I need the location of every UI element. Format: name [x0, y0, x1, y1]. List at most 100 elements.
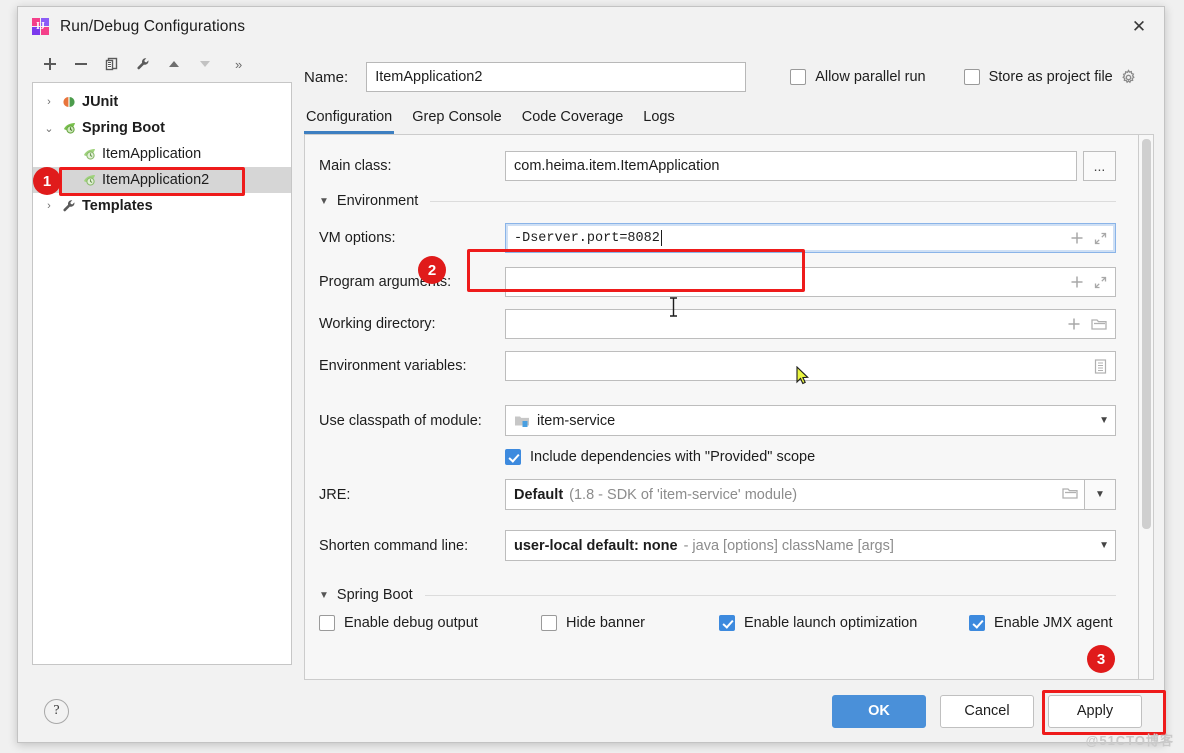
enable-jmx-agent-checkbox[interactable]: Enable JMX agent [969, 615, 1113, 631]
allow-parallel-run-checkbox[interactable]: Allow parallel run [790, 69, 925, 85]
spring-boot-icon [79, 146, 99, 162]
add-configuration-button[interactable] [35, 50, 65, 78]
tab-grep-console[interactable]: Grep Console [410, 109, 511, 134]
annotation-badge-1: 1 [33, 167, 61, 195]
hide-banner-checkbox[interactable]: Hide banner [541, 615, 719, 631]
tree-item-label: Templates [82, 198, 153, 214]
include-dependencies-label: Include dependencies with "Provided" sco… [530, 449, 815, 465]
shorten-command-line-value: user-local default: none [514, 538, 678, 554]
classpath-module-combo[interactable]: item-service ▼ [505, 405, 1116, 436]
vm-options-row: VM options: -Dserver.port=8082 [319, 223, 1116, 253]
main-class-browse-button[interactable]: ... [1083, 151, 1116, 181]
dialog-titlebar: IJ Run/Debug Configurations ✕ [18, 7, 1164, 46]
shorten-command-line-combo[interactable]: user-local default: none - java [options… [505, 530, 1116, 561]
working-directory-label: Working directory: [319, 316, 505, 332]
plus-icon[interactable] [1070, 275, 1084, 289]
ok-button[interactable]: OK [832, 695, 926, 728]
tree-item-label: ItemApplication2 [102, 172, 209, 188]
tree-item-spring-boot[interactable]: ⌄ Spring Boot [33, 115, 291, 141]
copy-configuration-button[interactable] [97, 50, 127, 78]
program-arguments-input[interactable] [505, 267, 1116, 297]
tree-item-label: ItemApplication [102, 146, 201, 162]
jre-combo[interactable]: Default (1.8 - SDK of 'item-service' mod… [505, 479, 1085, 510]
close-icon[interactable]: ✕ [1122, 12, 1156, 42]
footer-buttons: OK Cancel Apply [832, 695, 1142, 728]
name-input[interactable] [366, 62, 746, 92]
expand-icon[interactable] [1094, 276, 1107, 289]
configurations-pane: » › JUnit ⌄ [18, 46, 292, 680]
environment-variables-label: Environment variables: [319, 358, 505, 374]
configurations-tree[interactable]: › JUnit ⌄ [32, 82, 292, 665]
dialog-footer: ? OK Cancel Apply [18, 680, 1164, 742]
form-scrollbar[interactable] [1139, 134, 1154, 680]
plus-icon[interactable] [1070, 231, 1084, 245]
checkbox-box [790, 69, 806, 85]
vm-options-label: VM options: [319, 230, 505, 246]
dialog-body: » › JUnit ⌄ [18, 46, 1164, 680]
tree-toolbar: » [32, 46, 292, 82]
checkbox-box [964, 69, 980, 85]
run-debug-configurations-dialog: IJ Run/Debug Configurations ✕ [17, 6, 1165, 743]
chevron-right-icon[interactable]: › [39, 200, 59, 212]
enable-jmx-agent-label: Enable JMX agent [994, 615, 1113, 631]
chevron-down-icon[interactable]: ⌄ [39, 122, 59, 135]
hide-banner-label: Hide banner [566, 615, 645, 631]
apply-button[interactable]: Apply [1048, 695, 1142, 728]
plus-icon[interactable] [1067, 317, 1081, 331]
tree-item-label: Spring Boot [82, 120, 165, 136]
working-directory-row: Working directory: [319, 309, 1116, 339]
allow-parallel-run-label: Allow parallel run [815, 69, 925, 85]
jre-value: Default [514, 487, 563, 503]
screenshot-root: IJ Run/Debug Configurations ✕ [0, 0, 1184, 753]
divider [430, 201, 1116, 202]
jre-dropdown-button[interactable]: ▼ [1085, 479, 1116, 510]
move-down-button[interactable] [190, 50, 220, 78]
gear-icon[interactable] [1120, 69, 1137, 86]
jre-hint: (1.8 - SDK of 'item-service' module) [569, 487, 797, 503]
spring-boot-section-title: Spring Boot [337, 587, 413, 603]
jre-label: JRE: [319, 487, 505, 503]
scrollbar-thumb[interactable] [1142, 139, 1151, 529]
main-class-label: Main class: [319, 158, 505, 174]
wrench-icon [59, 198, 79, 214]
remove-configuration-button[interactable] [66, 50, 96, 78]
enable-launch-optimization-label: Enable launch optimization [744, 615, 917, 631]
triangle-down-icon[interactable]: ▼ [319, 590, 329, 601]
help-button[interactable]: ? [44, 699, 69, 724]
tab-code-coverage[interactable]: Code Coverage [520, 109, 634, 134]
tree-item-itemapplication[interactable]: ItemApplication [33, 141, 291, 167]
environment-section-header: ▼ Environment [319, 193, 1116, 209]
tree-item-templates[interactable]: › Templates [33, 193, 291, 219]
checkbox-box [505, 449, 521, 465]
folder-icon[interactable] [1091, 317, 1107, 331]
include-dependencies-checkbox[interactable]: Include dependencies with "Provided" sco… [505, 449, 1116, 465]
jre-row: JRE: Default (1.8 - SDK of 'item-service… [319, 479, 1116, 510]
vm-options-input[interactable]: -Dserver.port=8082 [505, 223, 1116, 253]
wrench-icon[interactable] [128, 50, 158, 78]
expand-icon[interactable] [1094, 232, 1107, 245]
checkbox-box [969, 615, 985, 631]
folder-icon[interactable] [1062, 486, 1078, 503]
toolbar-overflow-button[interactable]: » [235, 57, 241, 72]
tree-item-junit[interactable]: › JUnit [33, 89, 291, 115]
program-arguments-label: Program arguments: [319, 274, 505, 290]
triangle-down-icon[interactable]: ▼ [319, 196, 329, 207]
enable-launch-optimization-checkbox[interactable]: Enable launch optimization [719, 615, 969, 631]
tab-configuration[interactable]: Configuration [304, 109, 402, 134]
chevron-down-icon[interactable]: ▼ [1099, 540, 1109, 551]
spring-boot-options: Enable debug output Hide banner Enable l… [319, 615, 1116, 631]
environment-variables-input[interactable] [505, 351, 1116, 381]
chevron-right-icon[interactable]: › [39, 96, 59, 108]
enable-debug-output-checkbox[interactable]: Enable debug output [319, 615, 541, 631]
tree-item-itemapplication2[interactable]: ItemApplication2 [33, 167, 291, 193]
tab-logs[interactable]: Logs [641, 109, 684, 134]
intellij-idea-icon: IJ [32, 18, 49, 35]
list-icon[interactable] [1094, 359, 1107, 374]
cancel-button[interactable]: Cancel [940, 695, 1034, 728]
chevron-down-icon[interactable]: ▼ [1099, 415, 1109, 426]
store-as-project-file-checkbox[interactable]: Store as project file [964, 69, 1113, 85]
move-up-button[interactable] [159, 50, 189, 78]
working-directory-input[interactable] [505, 309, 1116, 339]
main-class-row: Main class: com.heima.item.ItemApplicati… [319, 151, 1116, 181]
main-class-input[interactable]: com.heima.item.ItemApplication [505, 151, 1077, 181]
